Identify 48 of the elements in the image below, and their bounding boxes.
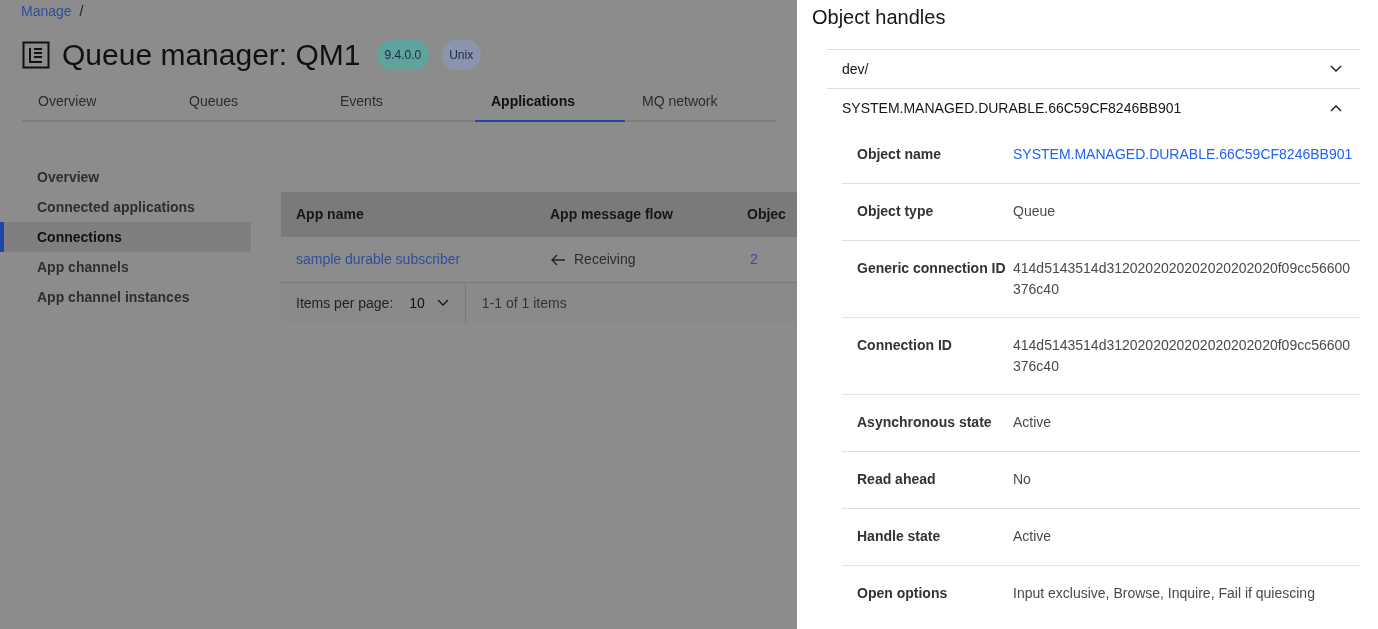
field-value: 414d5143514d3120202020202020202020f09cc56600376c40: [1013, 259, 1352, 299]
field-label: Generic connection ID: [857, 259, 1007, 278]
field-label: Open options: [857, 584, 949, 603]
table-cell-text: Receiving: [574, 250, 636, 269]
chevron-down-icon: [1330, 65, 1342, 73]
field-label: Handle state: [857, 527, 942, 546]
field-value: Active: [1013, 413, 1053, 432]
accordion-header[interactable]: SYSTEM.MANAGED.DURABLE.66C59CF8246BB901: [827, 89, 1360, 127]
tab[interactable]: Overview: [22, 91, 172, 122]
field-label: Object type: [857, 202, 935, 221]
sidebar-item[interactable]: App channels: [0, 252, 251, 282]
count-link[interactable]: 2: [735, 249, 758, 270]
panel-title: Object handles: [811, 5, 947, 30]
chevron-up-icon: [1330, 104, 1342, 112]
object-name-link[interactable]: SYSTEM.MANAGED.DURABLE.66C59CF8246BB901: [1013, 144, 1353, 166]
arrow-left-icon: [550, 253, 566, 266]
pagination-range: 1-1 of 1 items: [480, 293, 567, 313]
chevron-down-icon: [436, 299, 449, 307]
tab[interactable]: MQ network: [626, 91, 776, 122]
breadcrumb-separator: /: [79, 2, 84, 21]
tab[interactable]: Queues: [173, 91, 323, 122]
breadcrumb-link[interactable]: Manage: [21, 1, 72, 22]
tag: 9.4.0.0: [376, 39, 430, 70]
accordion-header[interactable]: dev/: [827, 50, 1360, 88]
field-value: No: [1013, 470, 1032, 489]
items-per-page-label: Items per page:: [295, 293, 394, 313]
page-title: Queue manager: QM1: [62, 37, 361, 73]
sidebar-item[interactable]: App channel instances: [0, 282, 251, 312]
field-label: Connection ID: [857, 336, 953, 355]
field-label: Read ahead: [857, 470, 937, 489]
app-name-link[interactable]: sample durable subscriber: [281, 249, 535, 270]
sidebar-item[interactable]: Connected applications: [0, 192, 251, 222]
field-value: 414d5143514d3120202020202020202020f09cc56600376c40: [1013, 336, 1352, 376]
field-value: Queue: [1013, 202, 1057, 221]
field-value: Input exclusive, Browse, Inquire, Fail if quiescing: [1013, 584, 1316, 603]
column-header: Objec: [746, 205, 786, 224]
column-header: App message flow: [549, 205, 674, 224]
tag: Unix: [441, 39, 482, 70]
sidebar-item[interactable]: Overview: [0, 162, 251, 192]
tab[interactable]: Applications: [475, 91, 625, 122]
field-value: Active: [1013, 527, 1053, 546]
document-icon: [22, 40, 50, 69]
column-header: App name: [295, 205, 365, 224]
tab[interactable]: Events: [324, 91, 474, 122]
field-label: Object name: [857, 145, 943, 164]
sidebar-item[interactable]: Connections: [0, 222, 251, 252]
field-label: Asynchronous state: [857, 413, 993, 432]
items-per-page-select[interactable]: 10: [409, 283, 466, 323]
